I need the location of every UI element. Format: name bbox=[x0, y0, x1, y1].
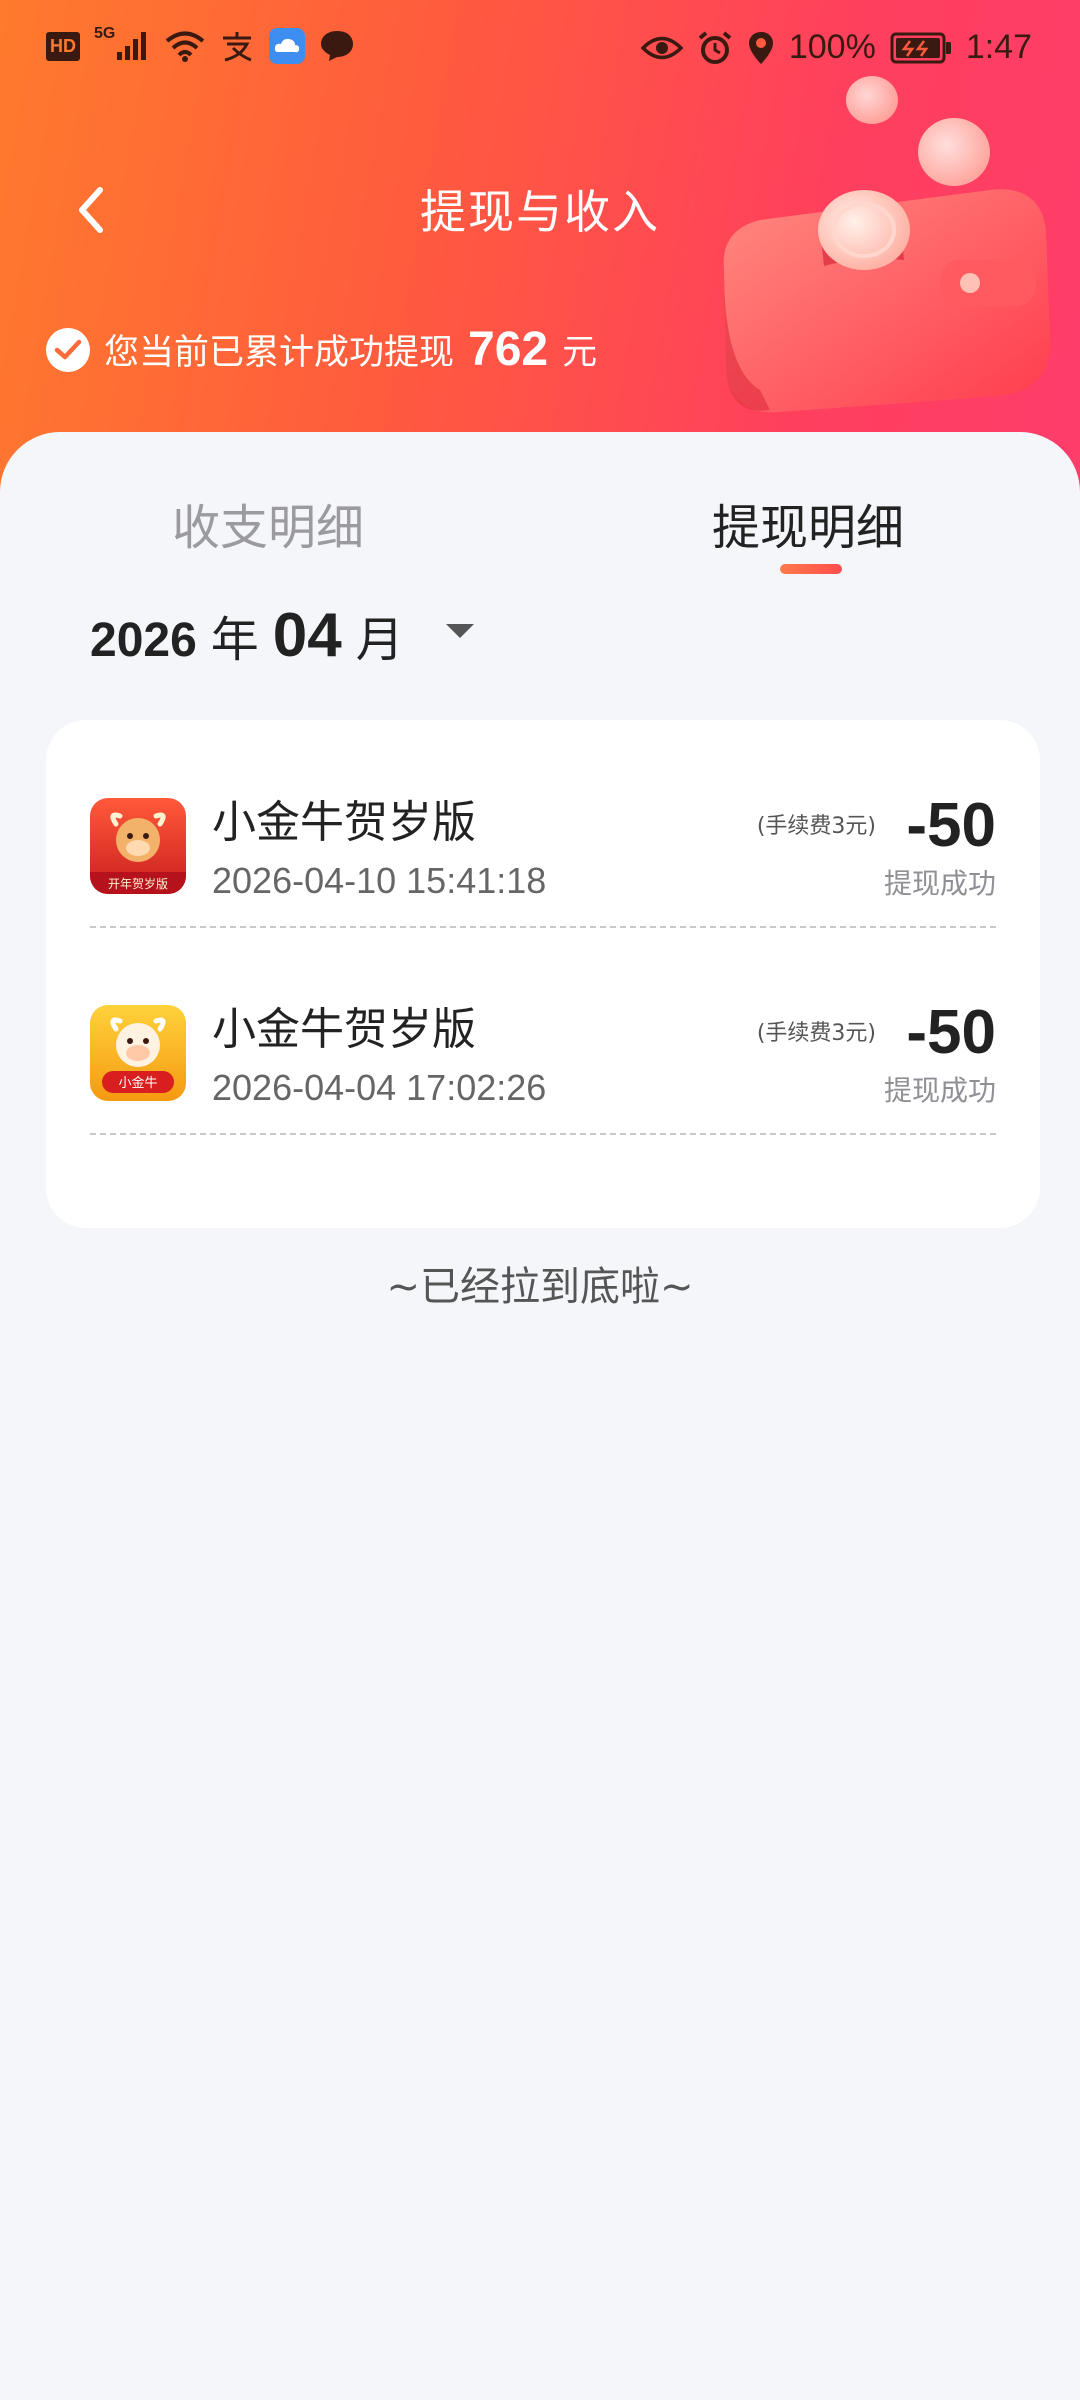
list-item[interactable]: 开年贺岁版 小金牛贺岁版 2026-04-10 15:41:18 (手续费3元)… bbox=[90, 720, 996, 928]
record-amount: -50 bbox=[906, 791, 996, 860]
check-circle-icon bbox=[46, 327, 90, 372]
record-time: 2026-04-04 17:02:26 bbox=[212, 1067, 547, 1108]
alipay-icon bbox=[223, 32, 252, 62]
summary-unit: 元 bbox=[562, 333, 598, 373]
record-time: 2026-04-10 15:41:18 bbox=[212, 860, 547, 901]
month-selector-month: 04 bbox=[272, 601, 342, 670]
record-fee: (手续费3元) bbox=[756, 1021, 876, 1046]
caret-down-icon bbox=[445, 624, 474, 638]
active-tab-indicator bbox=[780, 564, 842, 574]
withdraw-records-card: 开年贺岁版 小金牛贺岁版 2026-04-10 15:41:18 (手续费3元)… bbox=[46, 720, 1040, 1228]
app-icon-caption: 小金牛 bbox=[118, 1075, 157, 1091]
month-selector-month-unit: 月 bbox=[355, 612, 404, 668]
summary-amount: 762 bbox=[468, 323, 549, 376]
record-title: 小金牛贺岁版 bbox=[212, 797, 476, 848]
signal-icon bbox=[117, 32, 147, 60]
end-of-list-text: ~已经拉到底啦~ bbox=[386, 1264, 694, 1310]
record-title: 小金牛贺岁版 bbox=[212, 1004, 476, 1055]
month-selector-year-unit: 年 bbox=[210, 612, 259, 668]
hd-badge: HD bbox=[46, 31, 80, 61]
record-status: 提现成功 bbox=[883, 1074, 996, 1107]
tab-withdraw-details[interactable]: 提现明细 bbox=[712, 488, 904, 558]
record-amount: -50 bbox=[906, 998, 996, 1067]
battery-icon bbox=[890, 32, 951, 63]
wifi-icon bbox=[166, 31, 205, 62]
tab-income-details[interactable]: 收支明细 bbox=[172, 488, 364, 558]
summary-prefix: 您当前已累计成功提现 bbox=[104, 333, 455, 373]
message-icon bbox=[321, 31, 354, 61]
record-fee: (手续费3元) bbox=[756, 814, 876, 839]
withdraw-summary: 您当前已累计成功提现 762 元 bbox=[46, 322, 597, 377]
list-item[interactable]: 小金牛 小金牛贺岁版 2026-04-04 17:02:26 (手续费3元) -… bbox=[90, 927, 996, 1135]
app-icon: 小金牛 bbox=[90, 1005, 186, 1101]
wallet-illustration bbox=[723, 76, 1051, 413]
month-selector-year: 2026 bbox=[90, 614, 197, 667]
record-status: 提现成功 bbox=[883, 867, 996, 900]
app-icon: 开年贺岁版 bbox=[90, 798, 186, 894]
app-icon-caption: 开年贺岁版 bbox=[108, 876, 168, 891]
row-divider bbox=[90, 1133, 996, 1135]
eye-icon bbox=[640, 36, 683, 59]
cloud-app-icon bbox=[269, 28, 306, 64]
network-type: 5G bbox=[94, 25, 116, 42]
month-selector[interactable]: 2026 年 04 月 bbox=[90, 600, 474, 671]
